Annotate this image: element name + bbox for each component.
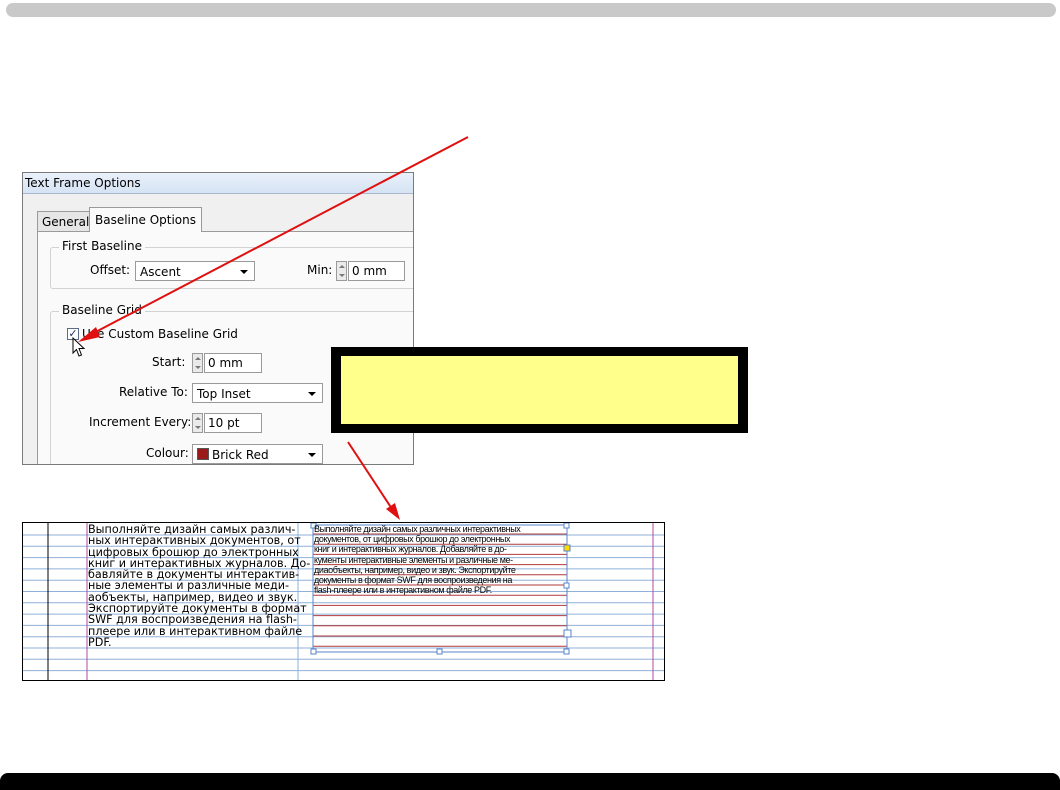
- start-stepper[interactable]: [192, 353, 203, 373]
- chevron-down-icon: [240, 270, 248, 274]
- min-label: Min:: [307, 263, 333, 277]
- document-page: Выполняйте дизайн самых различ-ных интер…: [22, 522, 665, 681]
- tab-baseline-options[interactable]: Baseline Options: [89, 207, 202, 232]
- left-text-line: плеере или в интерактивном файле: [88, 624, 303, 638]
- right-text-line: flash-плеере или в интерактивном файле P…: [314, 585, 492, 596]
- start-field[interactable]: 0 mm: [204, 353, 262, 373]
- increment-field[interactable]: 10 pt: [204, 413, 262, 433]
- use-custom-baseline-grid-label: Use Custom Baseline Grid: [82, 327, 238, 341]
- callout-box: [331, 347, 748, 433]
- right-text-line: документов, от цифровых брошюр до электр…: [314, 534, 511, 545]
- chevron-down-icon: [308, 392, 316, 396]
- increment-stepper[interactable]: [192, 413, 203, 433]
- offset-value: Ascent: [140, 265, 181, 279]
- callout-fill: [341, 356, 738, 424]
- relative-to-dropdown[interactable]: Top Inset: [192, 383, 323, 403]
- increment-every-label: Increment Every:: [89, 415, 192, 429]
- chevron-down-icon: [308, 453, 316, 457]
- start-label: Start:: [152, 355, 186, 369]
- frame-handle[interactable]: [436, 648, 443, 655]
- right-text-line: кументы интерактивные элементы и различн…: [314, 554, 513, 565]
- left-text-line: SWF для воспроизведения на flash-: [88, 613, 297, 627]
- tab-general[interactable]: General: [37, 211, 95, 232]
- relative-to-label: Relative To:: [119, 385, 188, 399]
- mouse-cursor-icon: [72, 337, 86, 357]
- right-text-line: Выполняйте дизайн самых различных интера…: [314, 524, 521, 534]
- offset-dropdown[interactable]: Ascent: [135, 261, 255, 281]
- relative-to-value: Top Inset: [197, 387, 251, 401]
- frame-handle[interactable]: [563, 648, 570, 655]
- top-title-bar: [6, 3, 1056, 17]
- right-text-line: книг и интерактивных журналов. Добавляйт…: [314, 544, 507, 555]
- offset-label: Offset:: [90, 263, 131, 277]
- min-field[interactable]: 0 mm: [348, 261, 405, 281]
- colour-dropdown[interactable]: Brick Red: [192, 444, 323, 464]
- bottom-bar: [0, 773, 1060, 790]
- colour-value: Brick Red: [212, 448, 269, 462]
- colour-swatch: [197, 448, 209, 460]
- in-port-icon[interactable]: [563, 629, 572, 638]
- right-frame-text: Выполняйте дизайн самых различных интера…: [314, 524, 569, 595]
- first-baseline-label: First Baseline: [59, 239, 145, 253]
- left-text-line: ных интерактивных документов, от: [88, 534, 301, 548]
- left-column-text: Выполняйте дизайн самых различ-ных интер…: [88, 524, 310, 649]
- first-baseline-group: First Baseline Offset: Ascent Min: 0 mm: [50, 239, 413, 289]
- dialog-title: Text Frame Options: [23, 173, 413, 194]
- min-stepper[interactable]: [336, 261, 347, 281]
- colour-label: Colour:: [146, 446, 189, 460]
- right-text-line: диаобъекты, например, видео и звук. Эксп…: [314, 564, 516, 575]
- frame-handle[interactable]: [310, 648, 317, 655]
- left-text-line: PDF.: [88, 635, 112, 649]
- right-text-line: документы в формат SWF для воспроизведен…: [314, 575, 512, 586]
- baseline-grid-label: Baseline Grid: [59, 303, 145, 317]
- arrowhead-icon: [386, 503, 400, 520]
